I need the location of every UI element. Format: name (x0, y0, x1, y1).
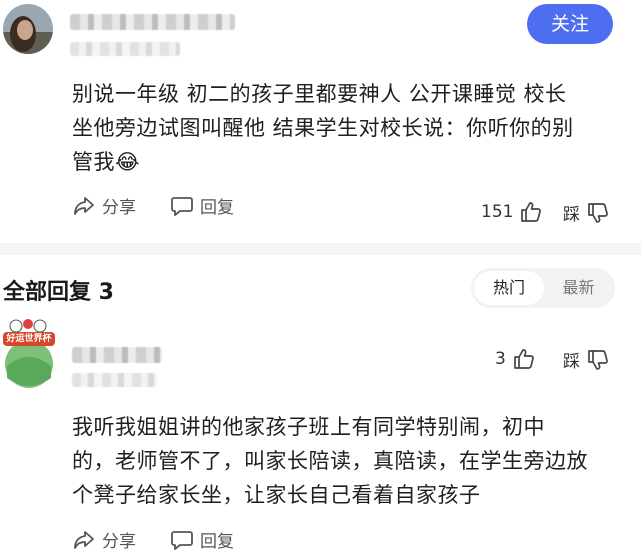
reply-body-line: 我听我姐姐讲的他家孩子班上有同学特别闹，初中 (72, 415, 545, 439)
replies-header-title: 全部回复 3 (3, 280, 114, 305)
commenter-name-redacted (70, 14, 235, 30)
comment-body-line: 坐他旁边试图叫醒他 结果学生对校长说：你听你的别 (72, 116, 574, 140)
reply-icon (170, 195, 194, 217)
like-count: 151 (481, 202, 514, 222)
dislike-button[interactable]: 踩 (563, 200, 610, 225)
reply-body: 我听我姐姐讲的他家孩子班上有同学特别闹，初中 的，老师管不了，叫家长陪读，真陪读… (72, 410, 632, 512)
reply-like-count: 3 (495, 349, 506, 369)
share-label: 分享 (102, 198, 136, 218)
reply-share-button[interactable]: 分享 (72, 527, 136, 552)
reply-label: 回复 (200, 532, 234, 552)
follow-button[interactable]: 关注 (527, 4, 613, 44)
replier-name-redacted (72, 347, 162, 363)
section-divider (0, 243, 641, 255)
replier-avatar[interactable]: 好运世界杯 (3, 318, 55, 390)
reply-dislike-button[interactable]: 踩 (563, 347, 610, 372)
tab-latest[interactable]: 最新 (545, 271, 612, 305)
reply-icon (170, 529, 194, 551)
reply-label: 回复 (200, 198, 234, 218)
avatar-badge-text: 好运世界杯 (6, 334, 52, 344)
replier-meta-redacted (72, 373, 157, 387)
commenter-meta-redacted (70, 42, 180, 56)
commenter-avatar[interactable] (3, 4, 53, 54)
laughing-emoji: 😂 (115, 150, 141, 174)
reply-dislike-label: 踩 (563, 352, 580, 372)
share-icon (72, 195, 96, 217)
reply-reply-button[interactable]: 回复 (170, 527, 234, 552)
thumbs-down-icon (586, 348, 610, 372)
dislike-label: 踩 (563, 205, 580, 225)
reply-button[interactable]: 回复 (170, 193, 234, 218)
reply-like-button[interactable]: 3 (495, 347, 536, 371)
thumbs-up-icon (519, 200, 543, 224)
sort-toggle: 热门 最新 (471, 268, 615, 308)
reply-body-line: 的，老师管不了，叫家长陪读，真陪读，在学生旁边放 (72, 449, 588, 473)
like-button[interactable]: 151 (481, 200, 543, 224)
thumbs-up-icon (512, 347, 536, 371)
reply-body-line: 个凳子给家长坐，让家长自己看着自家孩子 (72, 483, 481, 507)
tab-hot[interactable]: 热门 (474, 271, 544, 305)
comment-body-line: 别说一年级 初二的孩子里都要神人 公开课睡觉 校长 (72, 82, 567, 106)
share-button[interactable]: 分享 (72, 193, 136, 218)
thumbs-down-icon (586, 201, 610, 225)
share-icon (72, 529, 96, 551)
comment-body: 别说一年级 初二的孩子里都要神人 公开课睡觉 校长 坐他旁边试图叫醒他 结果学生… (72, 77, 632, 179)
comment-body-line: 管我😂 (72, 150, 141, 174)
share-label: 分享 (102, 532, 136, 552)
